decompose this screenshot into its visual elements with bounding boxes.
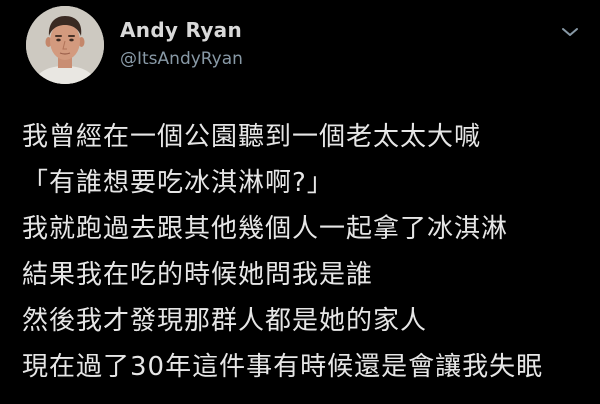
tweet-line: 結果我在吃的時候她問我是誰 <box>22 260 374 290</box>
tweet-line: 現在過了30年這件事有時候還是會讓我失眠 <box>22 352 544 382</box>
user-handle[interactable]: @ItsAndyRyan <box>120 48 243 70</box>
tweet-line: 我就跑過去跟其他幾個人一起拿了冰淇淋 <box>22 214 509 244</box>
tweet-line: 「有誰想要吃冰淇淋啊?」 <box>22 168 334 198</box>
tweet-line: 然後我才發現那群人都是她的家人 <box>22 306 428 336</box>
display-name[interactable]: Andy Ryan <box>120 17 242 43</box>
avatar[interactable] <box>26 6 104 84</box>
tweet-text: 我曾經在一個公園聽到一個老太太大喊 「有誰想要吃冰淇淋啊?」 我就跑過去跟其他幾… <box>22 114 592 390</box>
chevron-down-icon[interactable] <box>559 24 581 40</box>
tweet-card: Andy Ryan @ItsAndyRyan 我曾經在一個公園聽到一個老太太大喊… <box>0 0 600 404</box>
tweet-line: 我曾經在一個公園聽到一個老太太大喊 <box>22 122 482 152</box>
profile-photo-icon <box>26 6 104 84</box>
